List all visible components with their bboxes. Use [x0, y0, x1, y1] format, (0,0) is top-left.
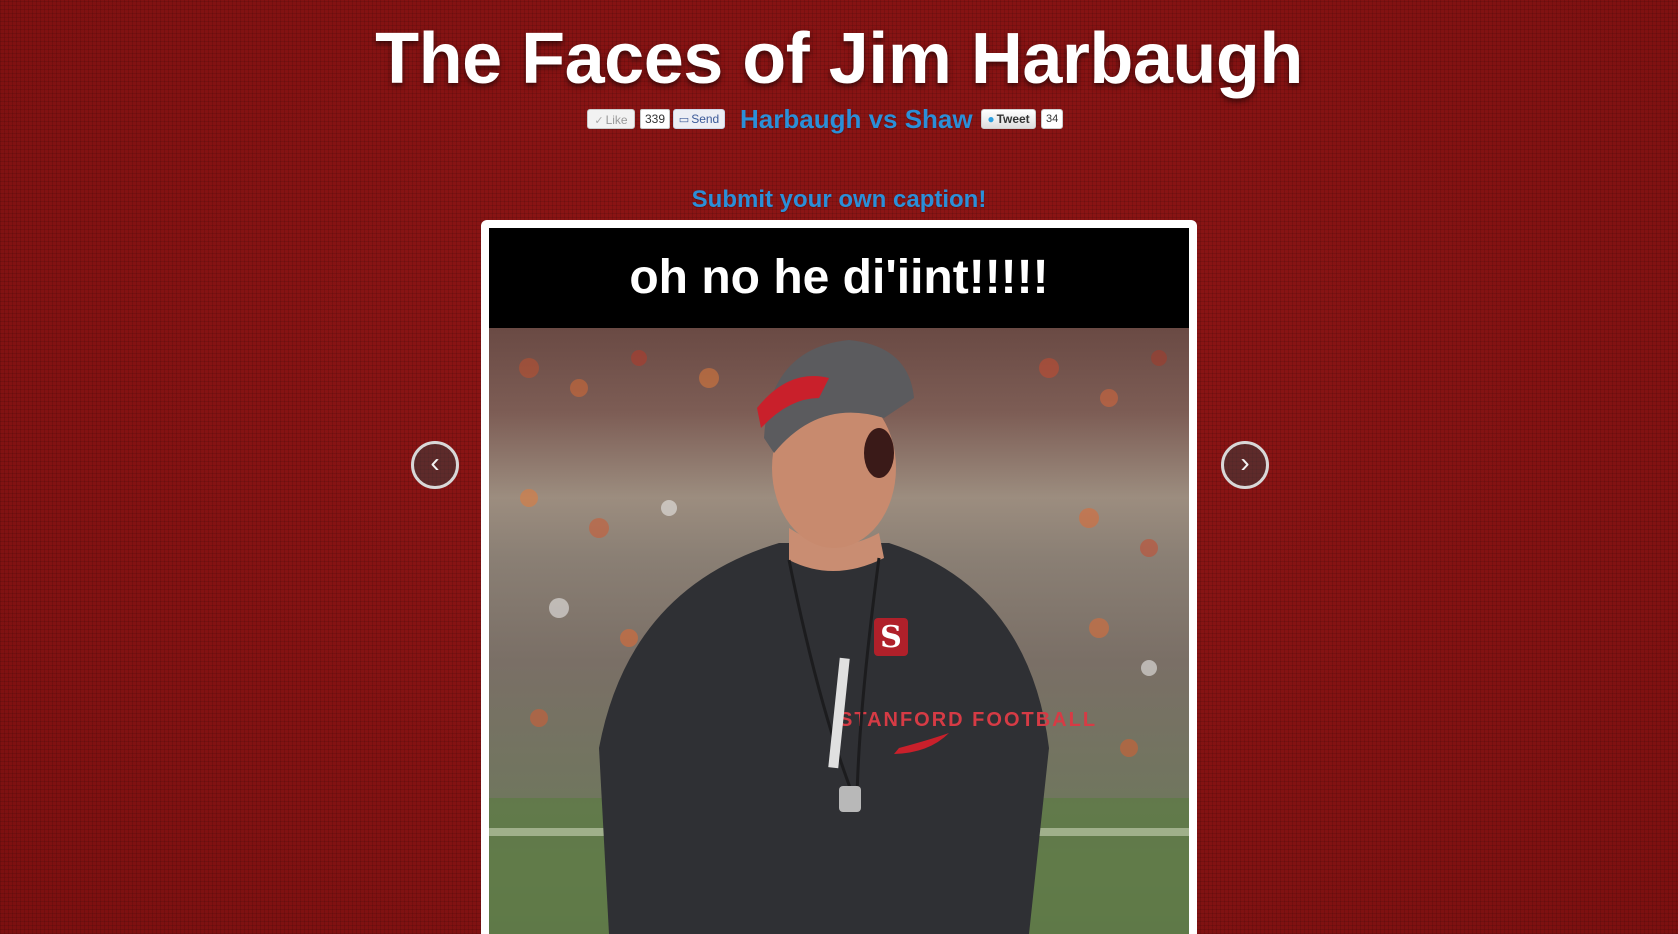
twitter-bird-icon: ●	[987, 112, 995, 126]
like-count: 339	[640, 109, 671, 129]
svg-text:STANFORD FOOTBALL: STANFORD FOOTBALL	[839, 709, 1097, 731]
submit-caption-link[interactable]: Submit your own caption!	[0, 186, 1678, 214]
tweet-button[interactable]: ● Tweet	[981, 109, 1036, 129]
chevron-right-icon: ›	[1240, 447, 1250, 478]
facebook-like-button[interactable]: ✓ Like	[587, 109, 635, 129]
share-bar: ✓ Like 339 ▭ Send Harbaugh vs Shaw ● Tweet …	[0, 104, 1678, 134]
page-title: The Faces of Jim Harbaugh	[375, 19, 1303, 99]
harbaugh-vs-shaw-link[interactable]: Harbaugh vs Shaw	[740, 104, 973, 134]
next-arrow-button[interactable]: ›	[1221, 441, 1269, 489]
caption-image-frame: oh no he di'iint!!!!! S STANFORD FOOTBAL…	[481, 220, 1197, 934]
facebook-send-button[interactable]: ▭ Send	[673, 109, 725, 129]
previous-arrow-button[interactable]: ‹	[411, 441, 459, 489]
harbaugh-photo: S STANFORD FOOTBALL	[489, 328, 1189, 934]
chevron-left-icon: ‹	[430, 447, 440, 478]
caption-text: oh no he di'iint!!!!!	[489, 228, 1189, 328]
speech-bubble-icon: ▭	[678, 114, 690, 126]
send-label: Send	[691, 112, 720, 126]
tweet-count: 34	[1041, 109, 1064, 129]
photo-illustration: S STANFORD FOOTBALL	[489, 340, 1189, 934]
like-label: Like	[605, 113, 628, 127]
check-icon: ✓	[594, 115, 604, 127]
tweet-label: Tweet	[996, 112, 1030, 126]
svg-text:S: S	[880, 620, 902, 655]
